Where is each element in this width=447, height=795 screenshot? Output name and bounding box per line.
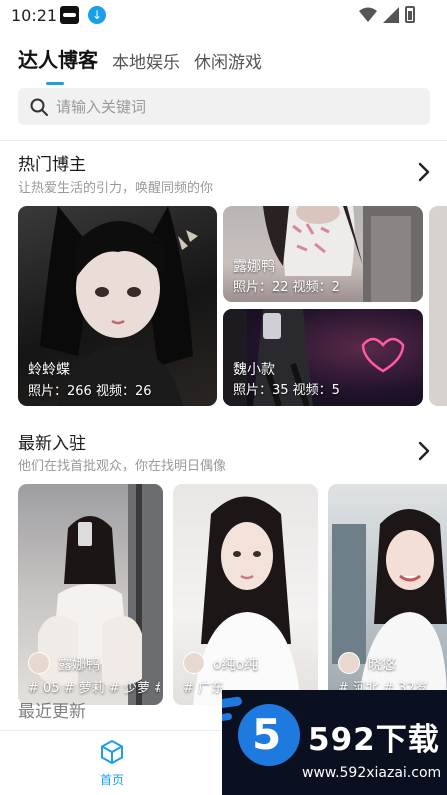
- top-tabs: 达人博客 本地娱乐 休闲游戏: [18, 44, 262, 85]
- new-arrivals-more-chevron-icon[interactable]: [417, 440, 431, 462]
- tab-local-entertainment[interactable]: 本地娱乐: [112, 48, 180, 73]
- blogger-card-3-name: 魏小款: [233, 362, 275, 378]
- new-arrival-card-2[interactable]: o纯o纯 # 广东: [173, 484, 318, 705]
- new-arrival-2-name: o纯o纯: [213, 657, 259, 673]
- watermark-url: www.592xiazai.com: [302, 765, 442, 781]
- new-arrival-1-name: 露娜鸭: [58, 657, 100, 673]
- home-cube-icon: [101, 740, 123, 764]
- watermark-brand: 592下载: [308, 722, 440, 758]
- tab-casual-games[interactable]: 休闲游戏: [194, 48, 262, 73]
- new-arrival-1-avatar: [28, 652, 50, 674]
- blogger-card-3-stats: 照片：35 视频：5: [233, 383, 340, 398]
- hot-bloggers-subtitle: 让热爱生活的引力，唤醒同频的你: [18, 181, 214, 196]
- search-icon: [30, 98, 48, 116]
- new-arrival-3-name: 晓悠: [368, 657, 396, 673]
- watermark-swoosh: [222, 696, 243, 709]
- blogger-card-1-name: 蛉蛉蝶: [28, 362, 70, 378]
- status-bar: 10:21 ↓: [0, 0, 447, 30]
- nav-home-label: 首页: [99, 773, 124, 787]
- blogger-card-peek[interactable]: [429, 206, 447, 406]
- new-arrival-2-avatar: [183, 652, 205, 674]
- new-arrival-card-1[interactable]: 露娜鸭 # 05 # 萝莉 # 少萝 #: [18, 484, 163, 705]
- blogger-card-1-stats: 照片：266 视频：26: [28, 384, 152, 399]
- battery-icon: [405, 6, 415, 23]
- nav-home[interactable]: 首页: [92, 739, 132, 788]
- search-bar[interactable]: [18, 88, 430, 125]
- search-input[interactable]: [56, 97, 416, 116]
- blogger-card-1[interactable]: 蛉蛉蝶 照片：266 视频：26: [18, 206, 217, 406]
- watermark-logo-digit: 5: [252, 710, 282, 759]
- hot-bloggers-title: 热门博主: [18, 155, 86, 175]
- status-right-icons: [359, 6, 415, 23]
- new-arrival-1-tags: # 05 # 萝莉 # 少萝 #: [28, 681, 160, 696]
- blogger-card-2-name: 露娜鸭: [233, 259, 275, 275]
- new-arrivals-title: 最新入驻: [18, 434, 86, 454]
- blogger-card-3[interactable]: 魏小款 照片：35 视频：5: [223, 309, 423, 406]
- tab-bloggers[interactable]: 达人博客: [18, 44, 98, 85]
- status-time: 10:21: [11, 6, 58, 25]
- download-icon: ↓: [88, 6, 106, 24]
- recent-updates-title: 最近更新: [18, 702, 86, 722]
- wifi-icon: [359, 7, 377, 22]
- new-arrival-3-avatar: [338, 652, 360, 674]
- hot-bloggers-more-chevron-icon[interactable]: [417, 161, 431, 183]
- new-arrivals-subtitle: 他们在找首批观众，你在找明日偶像: [18, 459, 227, 474]
- blogger-card-2[interactable]: 露娜鸭 照片：22 视频：2: [223, 206, 423, 302]
- blogger-card-2-stats: 照片：22 视频：2: [233, 280, 340, 295]
- site-watermark: 5 592下载 www.592xiazai.com: [222, 690, 447, 795]
- signal-icon: [383, 6, 399, 23]
- new-arrival-card-3[interactable]: 晓悠 # 河北 # 32岁: [328, 484, 447, 705]
- divider: [0, 140, 447, 141]
- app-notification-icon: [60, 6, 79, 24]
- watermark-swoosh: [222, 712, 233, 723]
